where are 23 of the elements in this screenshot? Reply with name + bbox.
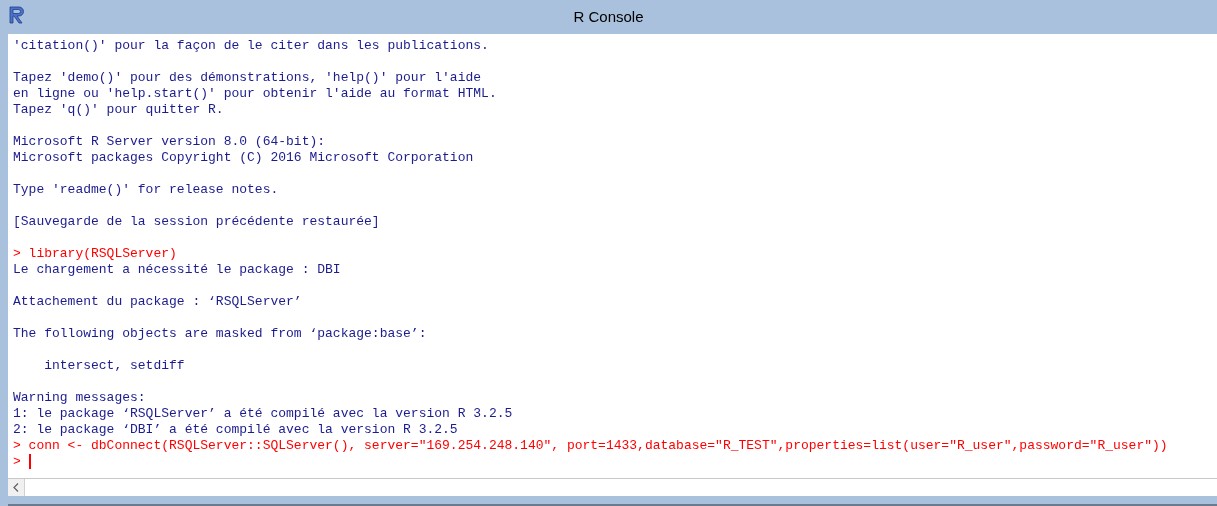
output-line: Type 'readme()' for release notes. [13, 182, 279, 198]
output-line: intersect, setdiff [43, 358, 185, 374]
output-line: en ligne ou 'help.start()' pour obtenir l'aide au format HTML. [13, 86, 497, 102]
output-line: Attachement du package : ‘RSQLServer’ [13, 294, 302, 310]
text-cursor [28, 454, 31, 469]
command-line: > library(RSQLServer) [13, 246, 177, 262]
output-line: Warning messages: [13, 390, 146, 406]
output-line: The following objects are masked from ‘package:base’: [13, 326, 427, 342]
output-line: Tapez 'q()' pour quitter R. [13, 102, 224, 118]
output-line: 2: le package ‘DBI’ a été compilé avec la version R 3.2.5 [13, 422, 458, 438]
output-line: Microsoft R Server version 8.0 (64-bit): [13, 134, 326, 150]
output-line: Le chargement a nécessité le package : DBI [13, 262, 341, 278]
output-line: [Sauvegarde de la session précédente restaurée] [13, 214, 380, 230]
r-logo-icon [8, 6, 26, 24]
output-line: Tapez 'demo()' pour des démonstrations, 'help()' pour l'aide [13, 70, 482, 86]
window-title: R Console [573, 6, 644, 27]
prompt: > [13, 454, 21, 470]
output-line: 'citation()' pour la façon de le citer dans les publications. [13, 38, 489, 54]
chevron-left-icon [13, 483, 19, 492]
command-line: > conn <- dbConnect(RSQLServer::SQLServer(), server="169.254.248.140", port=1433,database="R_TEST",properties=list(user="R_user",password="R_user")) [13, 438, 1168, 454]
horizontal-scrollbar[interactable] [8, 478, 1217, 496]
output-line: 1: le package ‘RSQLServer’ a été compilé avec la version R 3.2.5 [13, 406, 513, 422]
output-line: Microsoft packages Copyright (C) 2016 Microsoft Corporation [13, 150, 474, 166]
